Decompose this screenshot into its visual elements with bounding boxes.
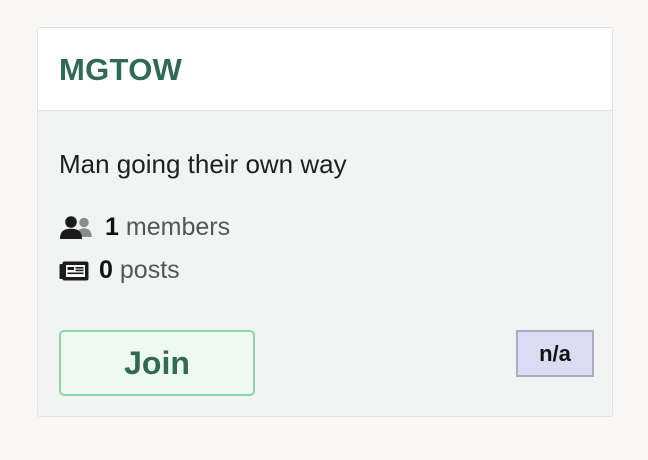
card-body: Man going their own way 1 members 0 post… — [38, 111, 612, 416]
newspaper-icon — [59, 260, 89, 282]
members-stat: 1 members — [59, 213, 230, 242]
group-description: Man going their own way — [59, 149, 347, 179]
status-badge: n/a — [516, 330, 594, 377]
join-button[interactable]: Join — [59, 330, 255, 396]
members-label: members — [125, 213, 231, 241]
group-title[interactable]: MGTOW — [59, 50, 182, 88]
posts-label: posts — [119, 256, 180, 284]
card-header: MGTOW — [38, 28, 612, 111]
members-count: 1 — [105, 213, 119, 241]
group-card: MGTOW Man going their own way 1 members — [37, 27, 613, 417]
users-icon — [59, 215, 95, 240]
posts-count: 0 — [99, 256, 113, 284]
posts-stat: 0 posts — [59, 256, 180, 285]
